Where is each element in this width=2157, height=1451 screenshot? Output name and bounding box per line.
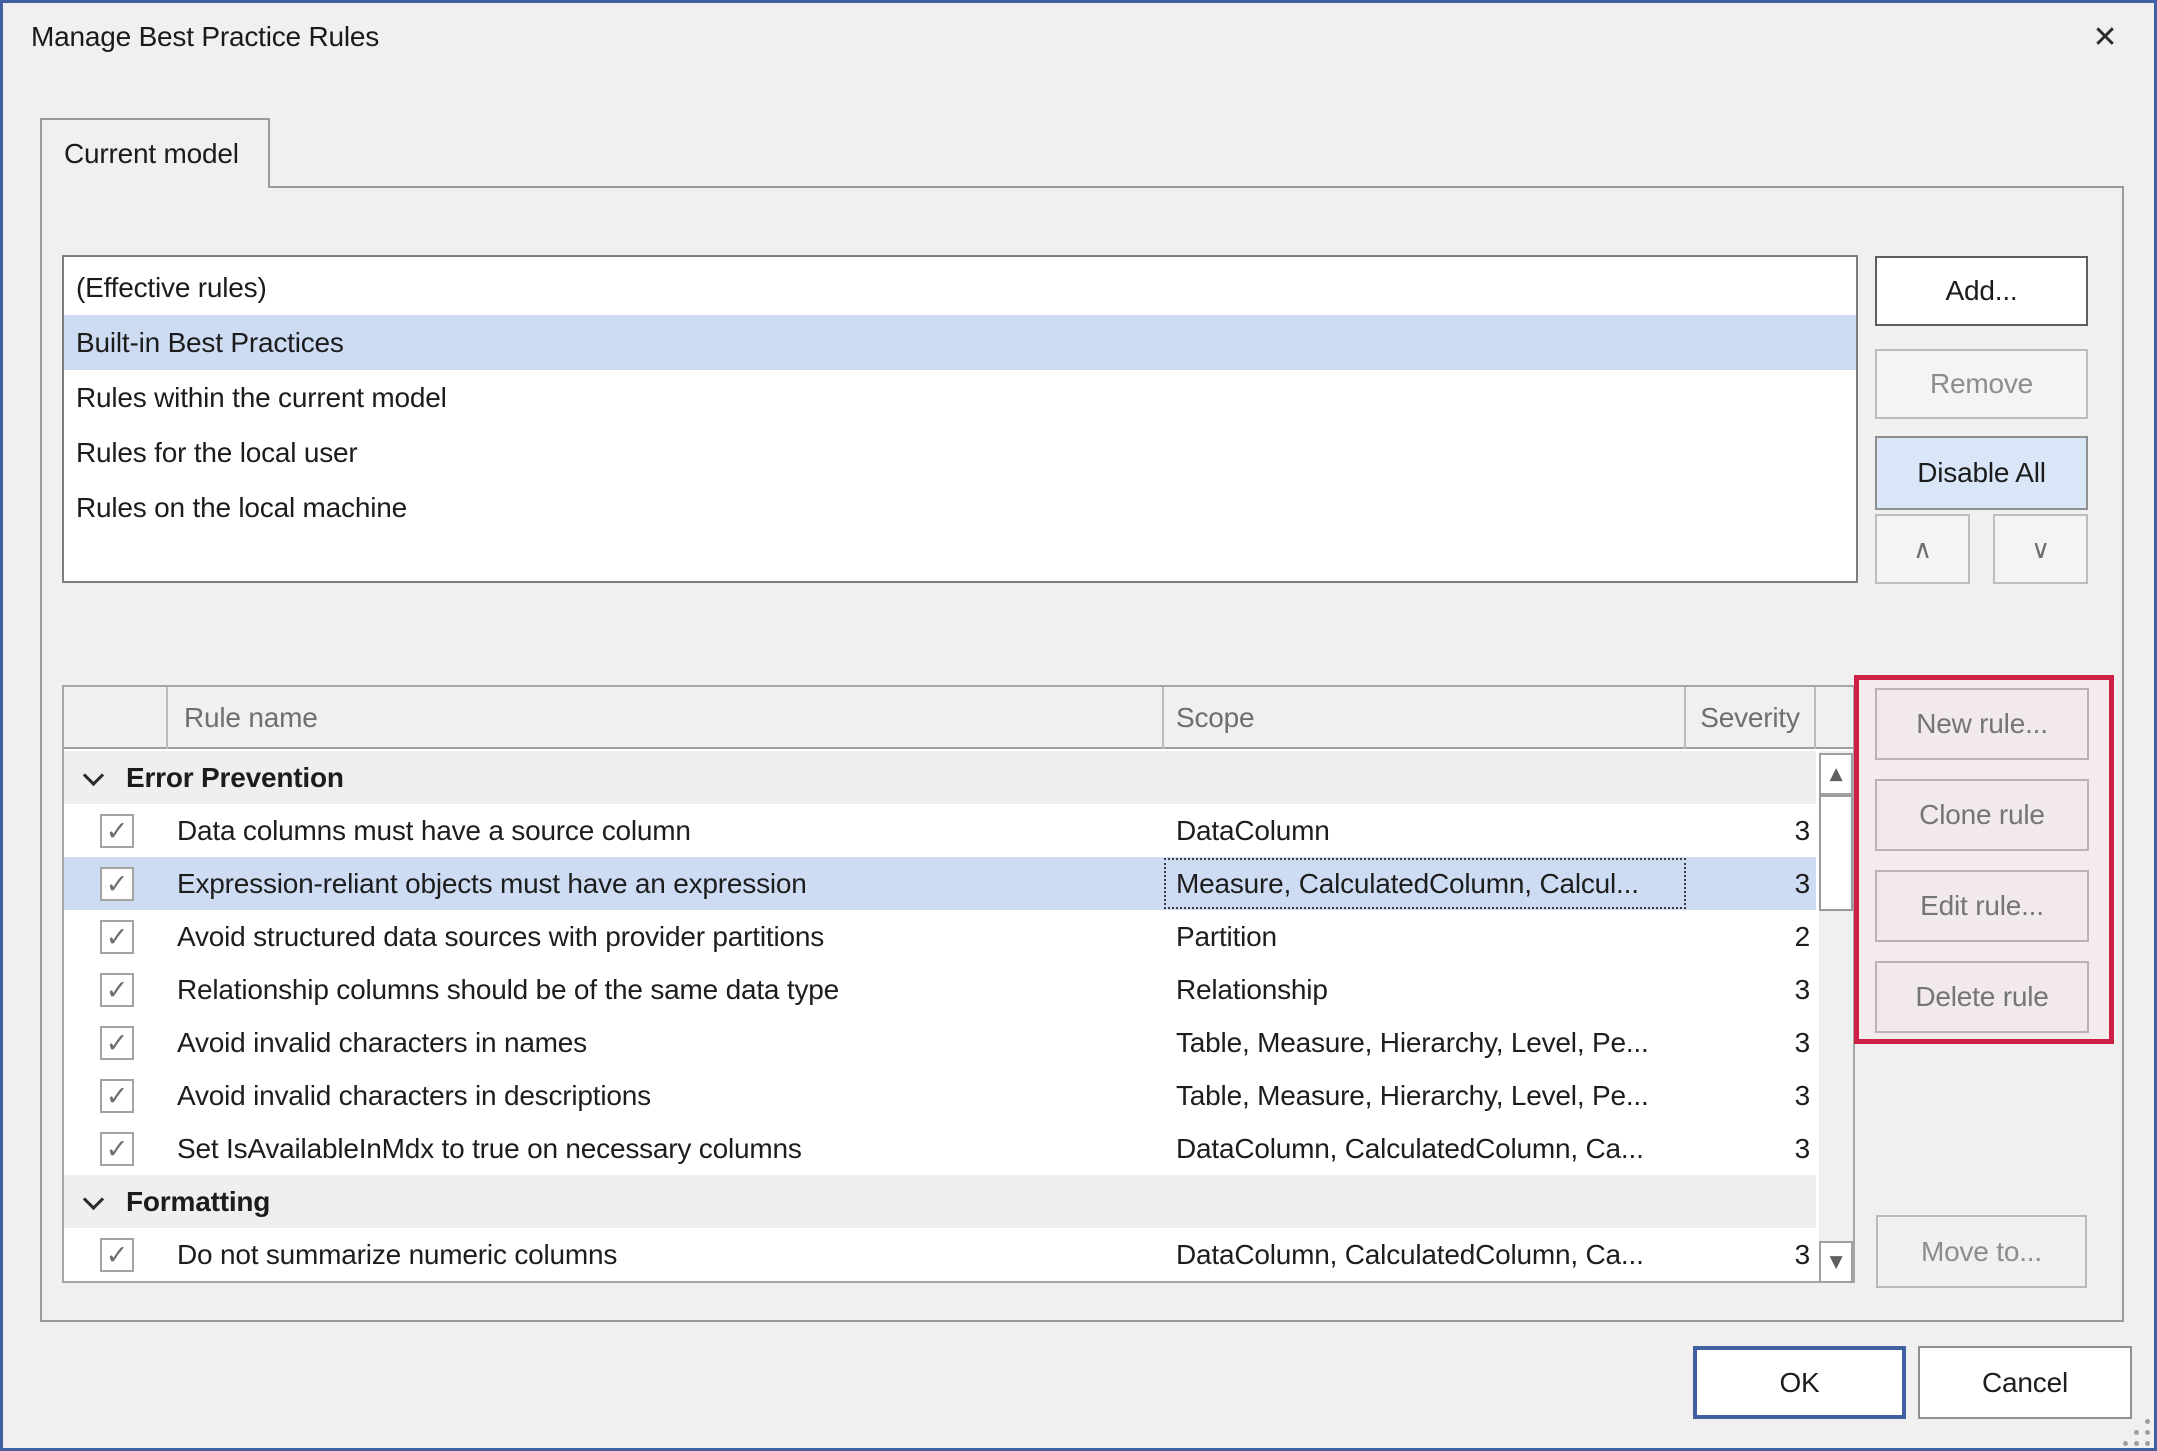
rule-checkbox[interactable]: ✓ (100, 1026, 134, 1060)
table-row[interactable]: ✓ Set IsAvailableInMdx to true on necessa… (64, 1122, 1816, 1175)
table-row[interactable]: ✓ Avoid structured data sources with prov… (64, 910, 1816, 963)
rule-name-cell: Avoid invalid characters in names (177, 1016, 1157, 1069)
scope-cell: DataColumn (1176, 804, 1676, 857)
severity-cell: 3 (1686, 857, 1810, 910)
scope-cell: Table, Measure, Hierarchy, Level, Pe... (1176, 1016, 1676, 1069)
checkmark-icon: ✓ (106, 871, 128, 898)
checkmark-icon: ✓ (106, 1083, 128, 1110)
checkmark-icon: ✓ (106, 1030, 128, 1057)
table-header: Rule name Scope Severity (64, 687, 1853, 749)
scope-cell: Partition (1176, 910, 1676, 963)
rules-table: Rule name Scope Severity Error Preventio… (62, 685, 1855, 1283)
scope-cell: DataColumn, CalculatedColumn, Ca... (1176, 1122, 1676, 1175)
rule-checkbox[interactable]: ✓ (100, 920, 134, 954)
cancel-button[interactable]: Cancel (1918, 1346, 2132, 1419)
scope-cell: Relationship (1176, 963, 1676, 1016)
focus-outline (1164, 858, 1686, 909)
chevron-down-icon[interactable] (83, 1189, 104, 1210)
rule-name-cell: Set IsAvailableInMdx to true on necessar… (177, 1122, 1157, 1175)
rule-checkbox[interactable]: ✓ (100, 973, 134, 1007)
rule-checkbox[interactable]: ✓ (100, 867, 134, 901)
delete-rule-button[interactable]: Delete rule (1875, 961, 2089, 1033)
checkmark-icon: ✓ (106, 924, 128, 951)
resize-grip-icon[interactable] (2115, 1411, 2157, 1451)
move-down-button[interactable]: ∨ (1993, 514, 2088, 584)
group-row[interactable]: Formatting (64, 1175, 1816, 1228)
scrollbar-thumb[interactable] (1819, 795, 1853, 911)
table-row[interactable]: ✓ Do not summarize numeric columns DataCol… (64, 1228, 1816, 1281)
manage-best-practice-rules-dialog: Manage Best Practice Rules ✕ Current mod… (0, 0, 2157, 1451)
checkmark-icon: ✓ (106, 977, 128, 1004)
table-row[interactable]: ✓ Avoid invalid characters in description… (64, 1069, 1816, 1122)
rule-checkbox[interactable]: ✓ (100, 1238, 134, 1272)
scope-cell: DataColumn, CalculatedColumn, Ca... (1176, 1228, 1676, 1281)
disable-all-button[interactable]: Disable All (1875, 436, 2088, 510)
table-body: Error Prevention ✓ Data columns must have … (64, 751, 1816, 1283)
severity-cell: 3 (1686, 1069, 1810, 1122)
rule-name-cell: Expression-reliant objects must have an … (177, 857, 1157, 910)
severity-cell: 3 (1686, 1122, 1810, 1175)
severity-cell: 3 (1686, 1016, 1810, 1069)
table-row[interactable]: ✓ Relationship columns should be of the s… (64, 963, 1816, 1016)
clone-rule-button[interactable]: Clone rule (1875, 779, 2089, 851)
rule-collections-listbox[interactable]: (Effective rules)Built-in Best Practices… (62, 255, 1858, 583)
severity-cell: 3 (1686, 963, 1810, 1016)
list-item[interactable]: Built-in Best Practices (64, 315, 1856, 370)
move-to-button[interactable]: Move to... (1876, 1215, 2087, 1288)
severity-cell: 3 (1686, 1228, 1810, 1281)
move-up-button[interactable]: ∧ (1875, 514, 1970, 584)
group-row[interactable]: Error Prevention (64, 751, 1816, 804)
chevron-down-icon[interactable] (83, 765, 104, 786)
rule-name-cell: Avoid invalid characters in descriptions (177, 1069, 1157, 1122)
tab-label: Current model (64, 138, 239, 170)
severity-cell: 2 (1686, 910, 1810, 963)
scrollbar-up-icon[interactable]: ▲ (1819, 753, 1853, 795)
scope-cell: Table, Measure, Hierarchy, Level, Pe... (1176, 1069, 1676, 1122)
header-scope[interactable]: Scope (1164, 687, 1686, 749)
tab-current-model[interactable]: Current model (40, 118, 270, 188)
rule-checkbox[interactable]: ✓ (100, 1132, 134, 1166)
edit-rule-button[interactable]: Edit rule... (1875, 870, 2089, 942)
close-icon[interactable]: ✕ (2077, 13, 2133, 61)
list-item[interactable]: Rules within the current model (64, 370, 1856, 425)
table-row[interactable]: ✓ Expression-reliant objects must have an… (64, 857, 1816, 910)
list-item[interactable]: Rules on the local machine (64, 480, 1856, 535)
list-item[interactable]: Rules for the local user (64, 425, 1856, 480)
header-checkbox-column[interactable] (64, 687, 168, 749)
new-rule-button[interactable]: New rule... (1875, 688, 2089, 760)
rule-checkbox[interactable]: ✓ (100, 814, 134, 848)
ok-button[interactable]: OK (1693, 1346, 1906, 1419)
checkmark-icon: ✓ (106, 818, 128, 845)
rule-name-cell: Do not summarize numeric columns (177, 1228, 1157, 1281)
rule-name-cell: Avoid structured data sources with provi… (177, 910, 1157, 963)
header-rule-name[interactable]: Rule name (168, 687, 1164, 749)
dialog-title: Manage Best Practice Rules (31, 21, 379, 53)
header-severity[interactable]: Severity (1686, 687, 1816, 749)
rule-name-cell: Data columns must have a source column (177, 804, 1157, 857)
add-button[interactable]: Add... (1875, 256, 2088, 326)
list-item[interactable]: (Effective rules) (64, 260, 1856, 315)
group-name: Error Prevention (126, 751, 344, 804)
severity-cell: 3 (1686, 804, 1810, 857)
table-row[interactable]: ✓ Avoid invalid characters in names Table,… (64, 1016, 1816, 1069)
rule-name-cell: Relationship columns should be of the sa… (177, 963, 1157, 1016)
remove-button[interactable]: Remove (1875, 349, 2088, 419)
scrollbar-down-icon[interactable]: ▼ (1819, 1241, 1853, 1283)
group-name: Formatting (126, 1175, 270, 1228)
checkmark-icon: ✓ (106, 1136, 128, 1163)
table-row[interactable]: ✓ Data columns must have a source column D… (64, 804, 1816, 857)
rule-checkbox[interactable]: ✓ (100, 1079, 134, 1113)
checkmark-icon: ✓ (106, 1242, 128, 1269)
